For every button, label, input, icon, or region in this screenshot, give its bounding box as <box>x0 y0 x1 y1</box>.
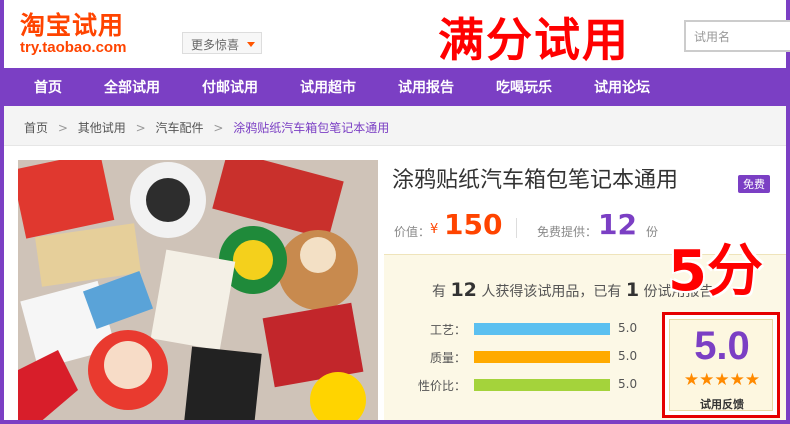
big-score-overlay: 5分 <box>668 239 763 304</box>
summary-prefix: 有 <box>432 284 446 300</box>
nav-item-all-trials[interactable]: 全部试用 <box>104 77 160 97</box>
supply-unit: 份 <box>646 225 659 239</box>
nav-item-trial-market[interactable]: 试用超市 <box>300 77 356 97</box>
rating-value: 5.0 <box>618 349 638 363</box>
rating-bar-fill <box>474 323 610 335</box>
rating-bar-fill <box>474 351 610 363</box>
breadcrumb-car-accessories[interactable]: 汽车配件 <box>155 121 203 135</box>
rating-bar <box>474 323 610 335</box>
banner-title: 满分试用 <box>438 13 630 67</box>
product-image[interactable] <box>18 160 378 424</box>
more-surprises-dropdown[interactable]: 更多惊喜 <box>182 32 262 54</box>
rating-bar-fill <box>474 379 610 391</box>
breadcrumb-other-trials[interactable]: 其他试用 <box>78 121 126 135</box>
breadcrumb-home[interactable]: 首页 <box>24 121 48 135</box>
nav-item-trial-reports[interactable]: 试用报告 <box>398 77 454 97</box>
site-header: 淘宝试用 try.taobao.com 更多惊喜 满分试用 试用名 <box>4 0 790 68</box>
logo-chinese[interactable]: 淘宝试用 <box>20 6 124 42</box>
rating-bar <box>474 351 610 363</box>
nav-item-food-fun[interactable]: 吃喝玩乐 <box>496 77 552 97</box>
breadcrumb-separator: > <box>135 121 146 135</box>
nav-item-home[interactable]: 首页 <box>34 77 62 97</box>
rating-label: 工艺： <box>430 323 467 337</box>
search-placeholder: 试用名 <box>694 30 731 44</box>
applicant-count: 12 <box>450 279 477 301</box>
divider <box>516 218 517 238</box>
currency-symbol: ¥ <box>430 222 439 237</box>
main-nav: 首页 全部试用 付邮试用 试用超市 试用报告 吃喝玩乐 试用论坛 <box>4 68 786 106</box>
rating-bar <box>474 379 610 391</box>
supply-label: 免费提供： <box>537 225 598 239</box>
caret-down-icon <box>247 42 255 47</box>
nav-item-postage-trials[interactable]: 付邮试用 <box>202 77 258 97</box>
star-rating-icons: ★★★★★ <box>683 370 761 390</box>
score-card: 5.0 ★★★★★ 试用反馈 <box>669 319 773 411</box>
price-label: 价值： <box>394 225 431 239</box>
more-surprises-label: 更多惊喜 <box>191 38 240 52</box>
search-input[interactable]: 试用名 <box>684 20 790 52</box>
rating-label: 质量： <box>430 351 467 365</box>
breadcrumb: 首页 > 其他试用 > 汽车配件 > 涂鸦贴纸汽车箱包笔记本通用 <box>4 106 786 146</box>
free-badge: 免费 <box>738 175 770 193</box>
summary-mid: 人获得该试用品，已有 <box>481 284 622 300</box>
price-value: 150 <box>444 208 503 241</box>
rating-label: 性价比： <box>418 379 467 393</box>
overall-score: 5.0 <box>694 324 750 368</box>
overall-score-box: 5.0 ★★★★★ 试用反馈 <box>662 312 780 418</box>
breadcrumb-separator: > <box>213 121 224 135</box>
frame-right <box>786 0 790 424</box>
logo-domain[interactable]: try.taobao.com <box>20 39 126 56</box>
sticker-collage-illustration <box>18 160 378 424</box>
product-title: 涂鸦贴纸汽车箱包笔记本通用 <box>392 168 679 193</box>
breadcrumb-separator: > <box>57 121 68 135</box>
supply-count: 12 <box>598 208 637 241</box>
breadcrumb-current: 涂鸦贴纸汽车箱包笔记本通用 <box>233 121 390 135</box>
rating-value: 5.0 <box>618 377 638 391</box>
rating-value: 5.0 <box>618 321 638 335</box>
frame-bottom <box>0 420 790 424</box>
nav-item-forum[interactable]: 试用论坛 <box>594 77 650 97</box>
feedback-label[interactable]: 试用反馈 <box>670 396 774 412</box>
report-count: 1 <box>625 279 640 301</box>
